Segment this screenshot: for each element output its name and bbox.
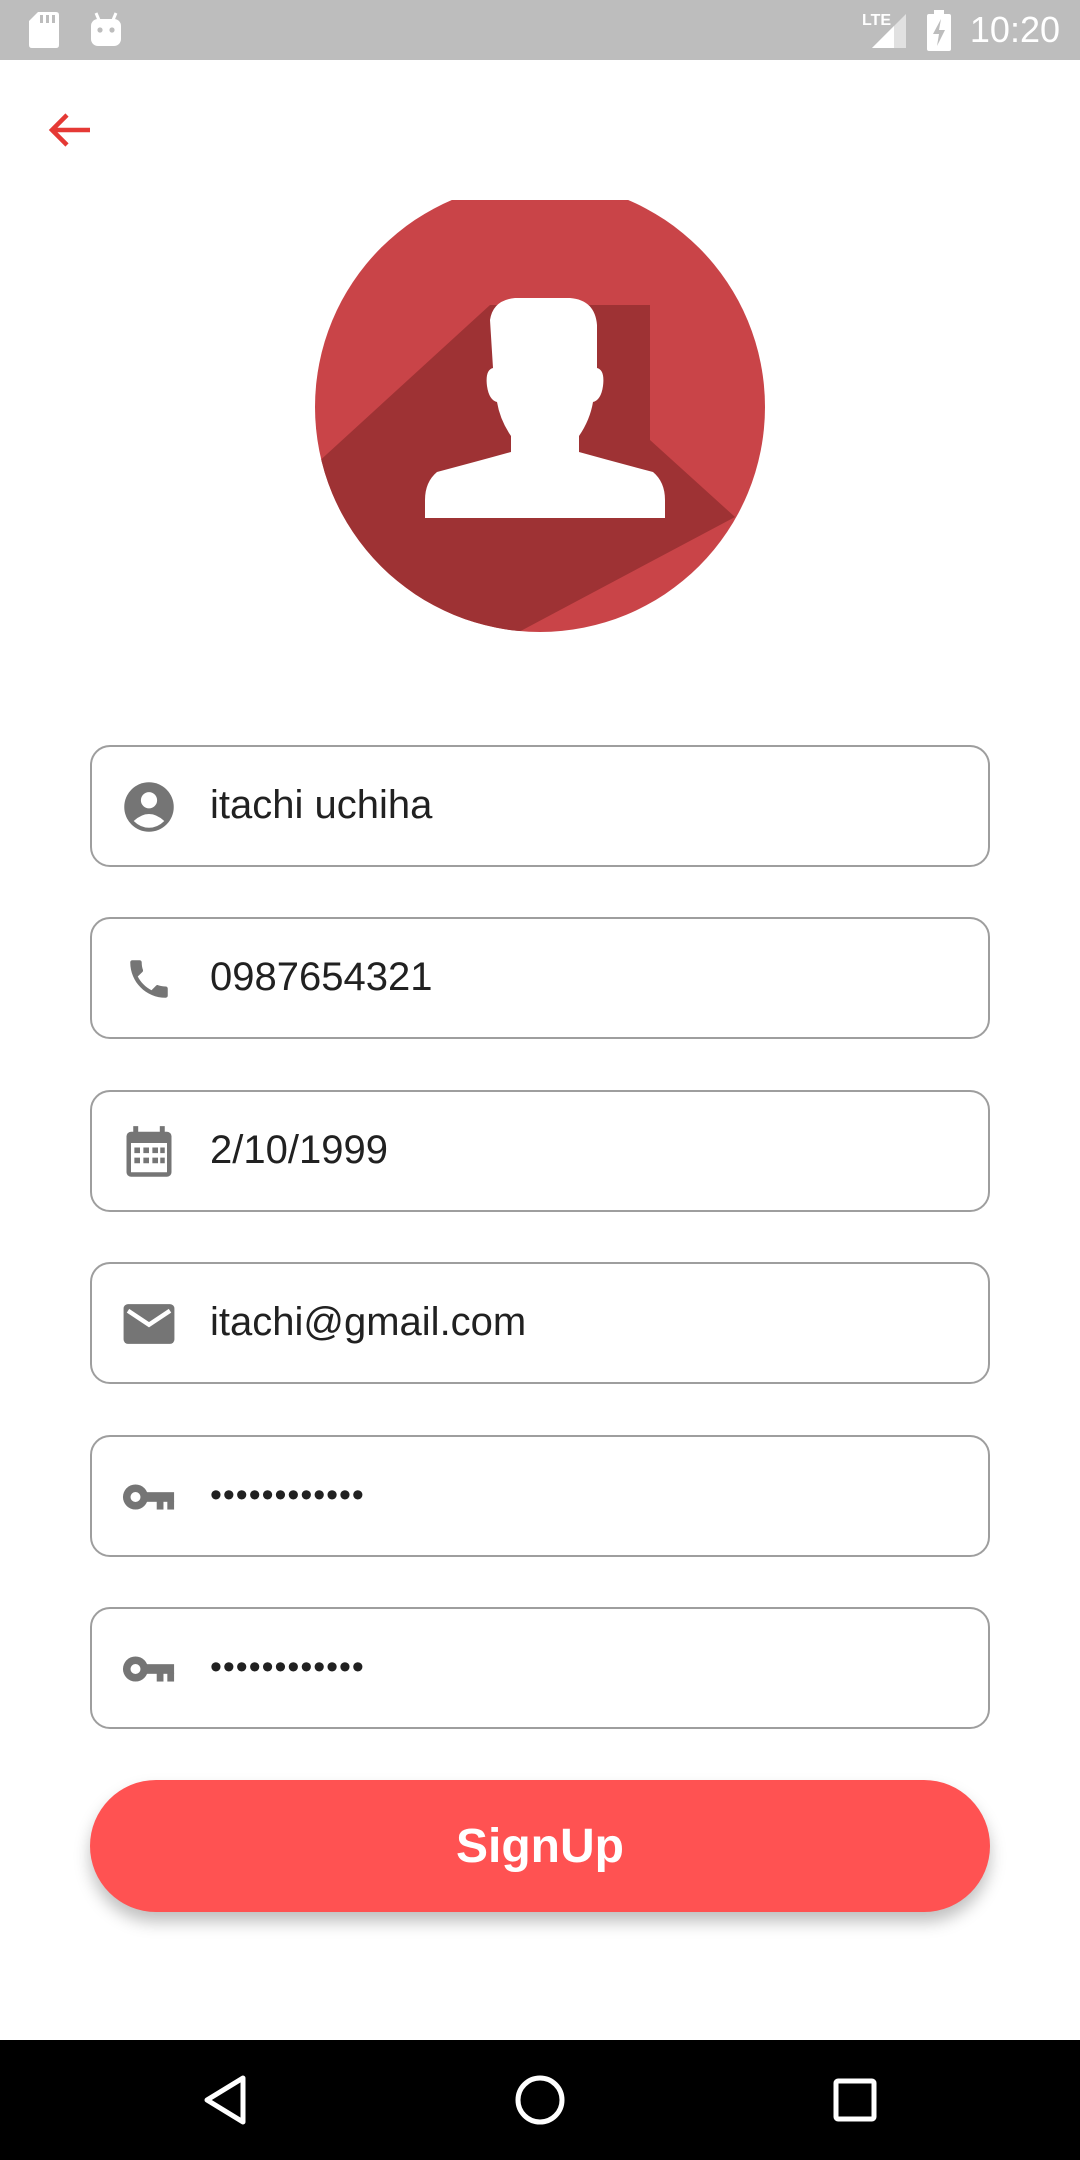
lte-signal-icon (872, 14, 906, 48)
key-icon (122, 1642, 176, 1696)
signup-button-label: SignUp (456, 1819, 624, 1873)
back-triangle-icon (204, 2075, 246, 2125)
phone-value: 0987654321 (210, 955, 433, 999)
battery-charging-icon (927, 10, 951, 51)
home-circle-icon (515, 2075, 565, 2125)
birthdate-value: 2/10/1999 (210, 1128, 388, 1172)
name-value: itachi uchiha (210, 783, 433, 827)
confirm-password-value: •••••••••••• (210, 1648, 365, 1686)
user-silhouette-icon (315, 200, 765, 632)
email-value: itachi@gmail.com (210, 1300, 527, 1344)
nav-home-button[interactable] (500, 2060, 580, 2140)
password-field[interactable]: •••••••••••• (90, 1435, 990, 1557)
navigation-bar (0, 2040, 1080, 2160)
phone-icon (122, 952, 176, 1006)
password-value: •••••••••••• (210, 1476, 365, 1514)
calendar-icon (122, 1125, 176, 1179)
name-field[interactable]: itachi uchiha (90, 745, 990, 867)
status-clock: 10:20 (969, 9, 1060, 50)
android-icon (91, 12, 121, 46)
back-button[interactable] (40, 100, 100, 160)
status-bar: LTE 10:20 (0, 0, 1080, 60)
confirm-password-field[interactable]: •••••••••••• (90, 1607, 990, 1729)
avatar (315, 200, 765, 634)
sd-card-icon (29, 12, 59, 48)
email-icon (122, 1297, 176, 1351)
phone-field[interactable]: 0987654321 (90, 917, 990, 1039)
recents-square-icon (833, 2078, 877, 2122)
nav-recents-button[interactable] (815, 2060, 895, 2140)
arrow-back-icon (48, 113, 90, 147)
key-icon (122, 1470, 176, 1524)
nav-back-button[interactable] (185, 2060, 265, 2140)
email-field[interactable]: itachi@gmail.com (90, 1262, 990, 1384)
account-circle-icon (122, 780, 176, 834)
signup-button[interactable]: SignUp (90, 1780, 990, 1912)
birthdate-field[interactable]: 2/10/1999 (90, 1090, 990, 1212)
